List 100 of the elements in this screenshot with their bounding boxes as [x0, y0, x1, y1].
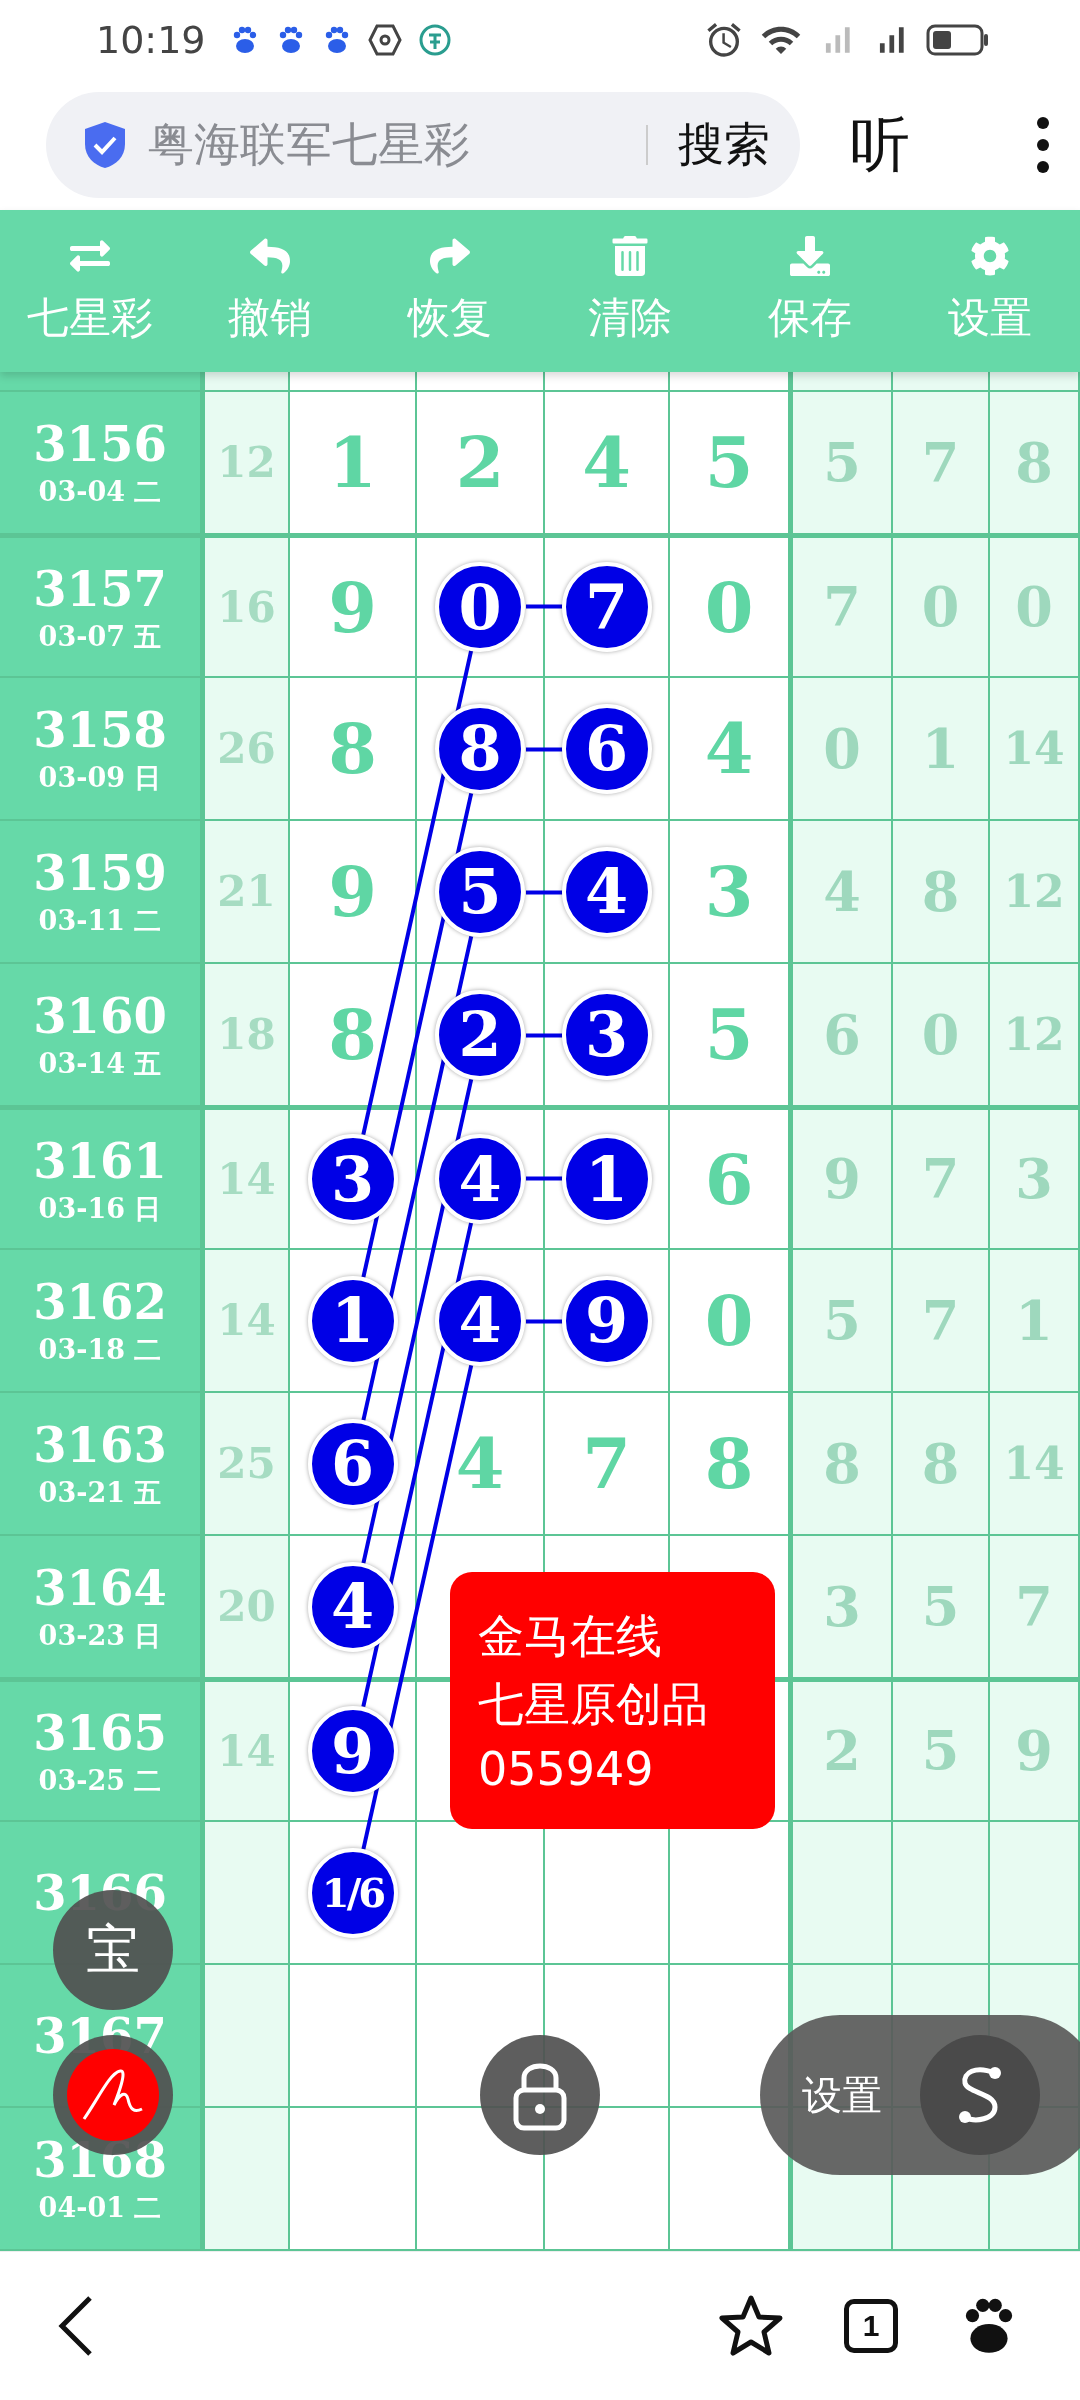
issue-number: 3158	[33, 706, 167, 754]
issue-date: 03-11 二	[38, 907, 162, 934]
tail-cell: 3	[793, 1536, 893, 1679]
tail-cell: 12	[990, 821, 1080, 964]
tail-cell: 7	[893, 1250, 990, 1393]
digit-cell: 3	[670, 821, 793, 964]
connector-line	[526, 1176, 563, 1181]
issue-date: 03-04 二	[38, 478, 162, 505]
issue-number: 3157	[33, 564, 167, 613]
issue-number: 3161	[33, 1136, 167, 1185]
sum-cell: 26	[205, 678, 290, 821]
more-icon[interactable]	[1036, 116, 1050, 174]
tail-cell: 8	[990, 392, 1080, 535]
digit-cell: 7	[545, 1393, 670, 1536]
tab-count-button[interactable]: 1	[844, 2299, 898, 2353]
issue-date: 03-07 五	[38, 622, 162, 650]
digit-cell: 0	[670, 1250, 793, 1393]
digit-cell: 8	[290, 678, 417, 821]
note-text: 七星原创品	[478, 1675, 709, 1733]
tail-cell: 8	[793, 1393, 893, 1536]
digit-cell: 8	[290, 964, 417, 1107]
connector-line	[526, 604, 563, 609]
digit-cell: 9	[290, 821, 417, 964]
tail-cell: 5	[893, 1536, 990, 1679]
status-time: 10:19	[96, 18, 206, 62]
tail-cell: 0	[893, 535, 990, 678]
download-icon	[790, 236, 830, 276]
tail-cell: 7	[893, 1107, 990, 1250]
redo-icon	[430, 236, 470, 276]
search-button[interactable]: 搜索	[668, 114, 770, 176]
issue-date: 03-18 二	[38, 1336, 162, 1363]
issue-number: 3162	[33, 1278, 167, 1326]
tail-cell: 5	[793, 392, 893, 535]
hexagon-icon	[367, 24, 402, 56]
digit-cell: 9	[290, 535, 417, 678]
sum-cell: 14	[205, 1679, 290, 1822]
trash-icon	[610, 236, 650, 276]
issue-number: 3159	[33, 849, 167, 897]
digit-cell: 1	[290, 392, 417, 535]
tail-cell: 5	[793, 1250, 893, 1393]
issue-date: 03-23 日	[38, 1622, 162, 1649]
tail-cell: 7	[990, 1536, 1080, 1679]
digit-cell: 2	[417, 392, 545, 535]
sum-cell: 18	[205, 964, 290, 1107]
settings-label[interactable]: 设置	[802, 2067, 882, 2123]
issue-number: 3168	[33, 2136, 167, 2184]
connector-line	[526, 1319, 563, 1324]
connector-line	[526, 890, 563, 895]
digit-cell: 4	[545, 392, 670, 535]
tail-cell: 12	[990, 964, 1080, 1107]
note-text: 金马在线	[478, 1607, 663, 1665]
digit-cell: 6	[670, 1107, 793, 1250]
digit-cell: 5	[670, 392, 793, 535]
note-text: 055949	[478, 1741, 655, 1796]
tail-cell: 9	[990, 1679, 1080, 1822]
tail-cell: 7	[793, 535, 893, 678]
issue-number: 3165	[33, 1708, 167, 1757]
connector-line	[526, 1033, 563, 1038]
issue-date: 03-09 日	[38, 764, 162, 791]
listen-button[interactable]: 听	[850, 104, 910, 186]
tail-cell: 6	[793, 964, 893, 1107]
tail-cell: 8	[893, 821, 990, 964]
tail-cell: 7	[893, 392, 990, 535]
issue-date: 03-25 二	[38, 1766, 162, 1794]
battery-icon	[926, 23, 990, 57]
address-bar[interactable]: 粤海联军七星彩 搜索	[46, 92, 800, 198]
tail-cell: 0	[990, 535, 1080, 678]
tail-cell: 0	[893, 964, 990, 1107]
settings-icon	[970, 236, 1010, 276]
tail-cell: 3	[990, 1107, 1080, 1250]
issue-date: 03-21 五	[38, 1479, 162, 1506]
issue-number: 3164	[33, 1564, 167, 1612]
issue-number: 3156	[33, 420, 167, 468]
tail-cell: 4	[793, 821, 893, 964]
tail-cell: 2	[793, 1679, 893, 1822]
issue-date: 04-01 二	[38, 2194, 162, 2221]
tail-cell: 9	[793, 1107, 893, 1250]
digit-cell: 8	[670, 1393, 793, 1536]
favorite-button[interactable]	[718, 2294, 784, 2358]
sum-cell: 14	[205, 1107, 290, 1250]
digit-cell: 4	[417, 1393, 545, 1536]
tail-cell: 14	[990, 1393, 1080, 1536]
sum-cell: 16	[205, 535, 290, 678]
digit-cell: 5	[670, 964, 793, 1107]
sum-cell: 21	[205, 821, 290, 964]
shield-check-icon	[82, 120, 128, 170]
undo-icon	[250, 236, 290, 276]
issue-date: 03-16 日	[38, 1194, 162, 1222]
tail-cell: 8	[893, 1393, 990, 1536]
issue-number: 3163	[33, 1421, 167, 1469]
tail-cell: 0	[793, 678, 893, 821]
tail-cell: 1	[893, 678, 990, 821]
connector-line	[526, 747, 563, 752]
star-icon	[718, 2294, 784, 2358]
issue-number: 3160	[33, 992, 167, 1040]
sum-cell: 14	[205, 1250, 290, 1393]
address-text: 粤海联军七星彩	[148, 116, 471, 173]
digit-cell: 0	[670, 535, 793, 678]
issue-number: 3167	[33, 2011, 167, 2060]
sum-cell: 20	[205, 1536, 290, 1679]
